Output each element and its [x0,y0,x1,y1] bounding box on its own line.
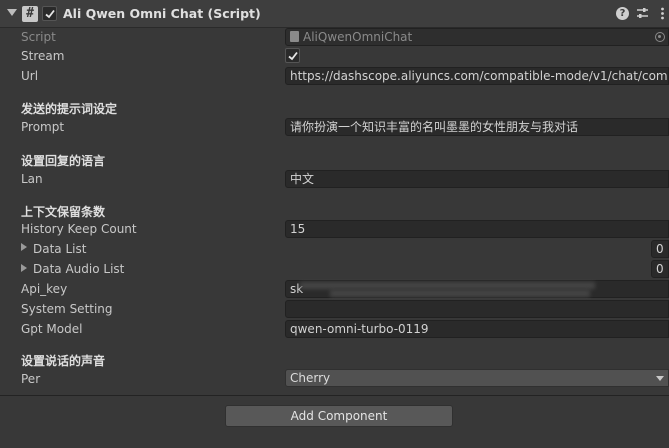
checkmark-icon [288,51,298,61]
component-divider [0,395,669,396]
script-icon: # [22,6,38,22]
script-field[interactable]: AliQwenOmniChat [285,28,669,46]
help-icon[interactable]: ? [616,7,629,20]
data-audio-list-expand-icon[interactable] [21,264,27,272]
data-list-expand-icon[interactable] [21,243,27,251]
context-menu-icon[interactable] [656,7,669,20]
checkmark-icon [45,9,55,19]
component-header: # Ali Qwen Omni Chat (Script) ? [0,0,669,28]
api-key-label: Api_key [21,282,68,296]
per-label: Per [21,372,41,386]
script-label: Script [21,30,56,44]
lan-input[interactable]: 中文 [285,170,669,188]
add-component-button[interactable]: Add Component [225,405,453,427]
lan-section-header: 设置回复的语言 [21,154,106,168]
lan-label: Lan [21,172,43,186]
prompt-input[interactable]: 请你扮演一个知识丰富的名叫墨墨的女性朋友与我对话 [285,118,669,136]
url-input[interactable]: https://dashscope.aliyuncs.com/compatibl… [285,67,669,85]
data-list-size-input[interactable]: 0 [651,240,669,258]
redaction-mask [300,282,595,289]
fold-arrow-icon[interactable] [7,9,17,16]
gpt-model-label: Gpt Model [21,322,83,336]
history-section-header: 上下文保留条数 [21,205,106,219]
prompt-label: Prompt [21,120,65,134]
prompt-section-header: 发送的提示词设定 [21,102,118,116]
presets-icon[interactable] [636,7,649,20]
data-audio-list-size-input[interactable]: 0 [651,260,669,278]
object-picker-icon[interactable] [655,32,665,42]
system-setting-label: System Setting [21,302,113,316]
script-value: AliQwenOmniChat [303,30,413,44]
data-audio-list-label[interactable]: Data Audio List [33,262,124,276]
dropdown-arrow-icon [656,376,664,381]
script-asset-icon [290,31,299,42]
redaction-mask [330,290,590,297]
gpt-model-input[interactable]: qwen-omni-turbo-0119 [285,320,669,338]
system-setting-input[interactable] [285,300,669,318]
history-keep-count-label: History Keep Count [21,222,137,236]
per-selected-value: Cherry [290,371,331,385]
voice-section-header: 设置说话的声音 [21,354,106,368]
stream-label: Stream [21,49,65,63]
per-dropdown[interactable]: Cherry [285,369,669,387]
component-title: Ali Qwen Omni Chat (Script) [63,6,261,21]
data-list-label[interactable]: Data List [33,242,86,256]
history-keep-count-input[interactable]: 15 [285,220,669,238]
stream-checkbox[interactable] [285,48,300,63]
component-enabled-checkbox[interactable] [42,6,57,21]
url-label: Url [21,69,39,83]
